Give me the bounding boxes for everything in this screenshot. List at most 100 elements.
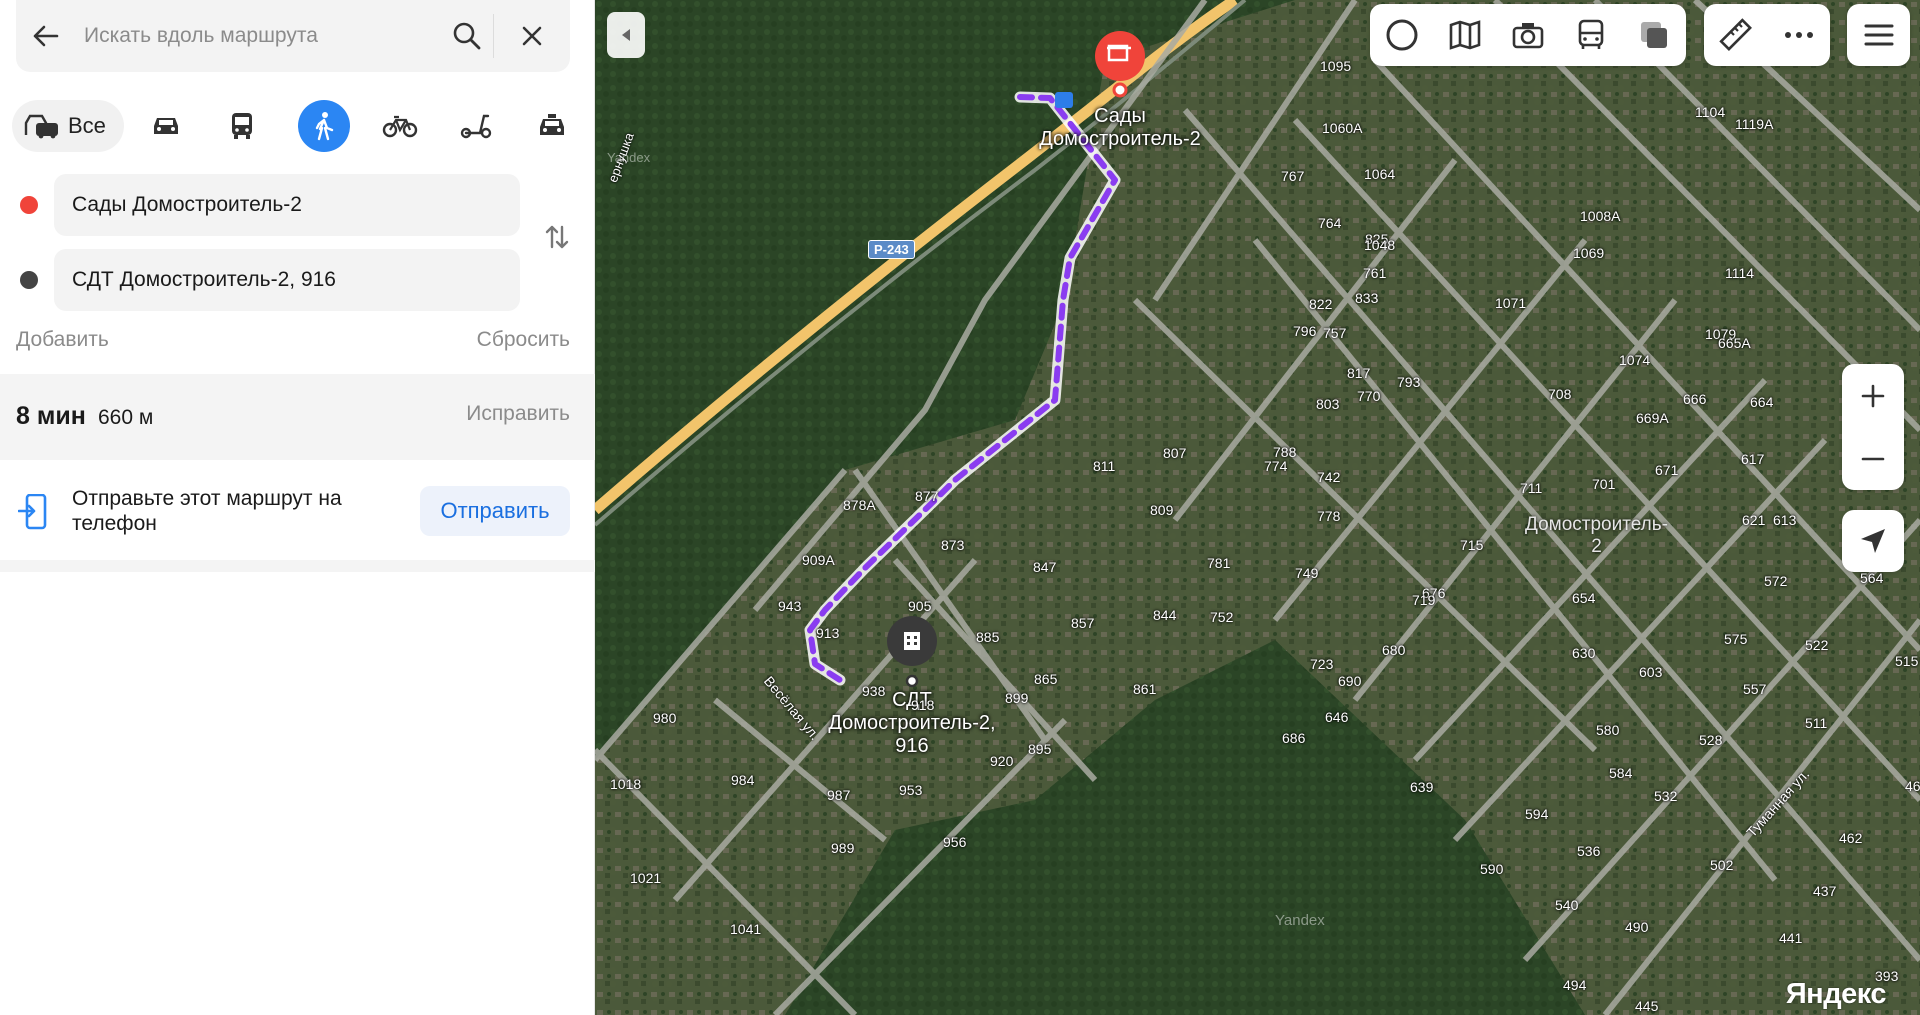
plot-number: 540 [1555, 897, 1579, 913]
plot-number: 809 [1150, 502, 1174, 518]
back-button[interactable] [16, 0, 76, 72]
plot-number: 462 [1839, 830, 1863, 846]
plot-number: 536 [1577, 843, 1601, 859]
plot-number: 857 [1071, 615, 1095, 631]
panorama-button[interactable] [1496, 4, 1559, 66]
plot-number: 905 [908, 598, 932, 614]
arrow-left-icon [33, 25, 59, 47]
plot-number: 1064 [1364, 166, 1396, 182]
send-button[interactable]: Отправить [420, 486, 570, 536]
plot-number: 671 [1655, 462, 1679, 478]
plot-number: 502 [1710, 857, 1734, 873]
bus-icon [232, 113, 252, 139]
zoom-out-button[interactable] [1842, 427, 1904, 490]
send-to-phone-text: Отправьте этот маршрут на телефон [72, 487, 342, 535]
plot-number: 752 [1210, 609, 1234, 625]
close-button[interactable] [494, 0, 570, 72]
mode-all[interactable]: Все [12, 100, 124, 152]
layers-button[interactable] [1433, 4, 1496, 66]
start-pin[interactable] [1095, 31, 1145, 81]
add-waypoint-button[interactable]: Добавить [16, 328, 109, 352]
plot-number: 723 [1310, 656, 1334, 672]
plot-number: 575 [1724, 631, 1748, 647]
my-location-button[interactable] [1842, 510, 1904, 572]
plot-number: 701 [1592, 476, 1616, 492]
more-button[interactable] [1767, 4, 1830, 66]
mode-walk[interactable] [298, 100, 350, 152]
from-field[interactable]: Сады Домостроитель-2 [54, 174, 520, 236]
plot-number: 895 [1028, 741, 1052, 757]
transport-modes: Все [12, 100, 582, 152]
end-poi-line-2: Домостроитель-2, [828, 712, 996, 734]
route-search-input[interactable]: Искать вдоль маршрута [76, 24, 441, 48]
plot-number: 528 [1699, 732, 1723, 748]
plot-number: 877 [915, 488, 939, 504]
plot-number: 878А [843, 497, 876, 513]
plot-number: 494 [1563, 977, 1587, 993]
search-button[interactable] [441, 0, 493, 72]
plot-number: 564 [1860, 570, 1884, 586]
plot-number: 1104 [1695, 104, 1726, 120]
walking-person-icon [315, 112, 334, 141]
plot-number: 1114 [1725, 265, 1755, 281]
plot-number: 956 [943, 834, 967, 850]
plot-number: 664 [1750, 394, 1774, 410]
to-field[interactable]: СДТ Домостроитель-2, 916 [54, 249, 520, 311]
end-dot-icon [20, 271, 38, 289]
map-tools-toolbar [1704, 4, 1830, 66]
plot-number: 984 [731, 772, 755, 788]
swap-button[interactable] [540, 220, 574, 254]
zoom-in-button[interactable] [1842, 364, 1904, 427]
plot-number: 767 [1281, 168, 1305, 184]
overlay-button[interactable] [1622, 4, 1685, 66]
reset-route-button[interactable]: Сбросить [477, 328, 570, 352]
start-dot-icon [20, 196, 38, 214]
plot-number: 781 [1207, 555, 1231, 571]
plot-number: 803 [1316, 396, 1340, 412]
hamburger-menu-icon [1864, 24, 1893, 46]
menu-button[interactable] [1847, 4, 1910, 66]
plot-number: 822 [1309, 296, 1333, 312]
plot-number: 669А [1636, 410, 1669, 426]
plot-number: 594 [1525, 806, 1549, 822]
mode-bicycle[interactable] [374, 100, 426, 152]
end-poi-line-3: 916 [895, 735, 929, 757]
car-icon [154, 118, 178, 134]
ruler-button[interactable] [1704, 4, 1767, 66]
plot-number: 1119А [1735, 116, 1774, 132]
mode-taxi[interactable] [526, 100, 578, 152]
plot-number: 873 [941, 537, 965, 553]
route-summary[interactable]: 8 мин 660 м Исправить [0, 374, 595, 460]
map-layers-icon [1449, 20, 1480, 50]
mode-bus[interactable] [216, 100, 268, 152]
plot-number: 490 [1625, 919, 1649, 935]
collapse-panel-button[interactable] [607, 12, 645, 58]
map-watermark: Yandex [1275, 912, 1325, 929]
plot-number: 603 [1639, 664, 1663, 680]
transit-button[interactable] [1559, 4, 1622, 66]
plot-number: 980 [653, 710, 677, 726]
start-poi-label[interactable]: Сады Домостроитель-2 [1039, 105, 1201, 151]
plot-number: 646 [1325, 709, 1349, 725]
alice-icon [1386, 19, 1417, 51]
map-view[interactable]: Сады Домостроитель-2 СДТ Домостроитель-2… [595, 0, 1920, 1015]
overlay-squares-icon [1640, 22, 1667, 48]
bus-icon [1578, 19, 1603, 49]
more-dots-icon [1784, 32, 1813, 38]
alice-button[interactable] [1370, 4, 1433, 66]
search-icon [453, 22, 481, 50]
plot-number: 686 [1282, 730, 1306, 746]
plot-number: 913 [816, 625, 840, 641]
plot-number: 441 [1779, 930, 1803, 946]
fix-route-button[interactable]: Исправить [466, 402, 570, 426]
plot-number: 770 [1357, 388, 1381, 404]
mode-scooter[interactable] [450, 100, 502, 152]
plot-number: 1060А [1322, 120, 1363, 136]
plot-number: 796 [1293, 323, 1317, 339]
plot-number: 630 [1572, 645, 1596, 661]
multi-transport-icon [24, 114, 58, 139]
mode-all-label: Все [68, 113, 106, 138]
plot-number: 715 [1460, 537, 1484, 553]
close-icon [522, 26, 542, 46]
mode-car[interactable] [140, 100, 192, 152]
